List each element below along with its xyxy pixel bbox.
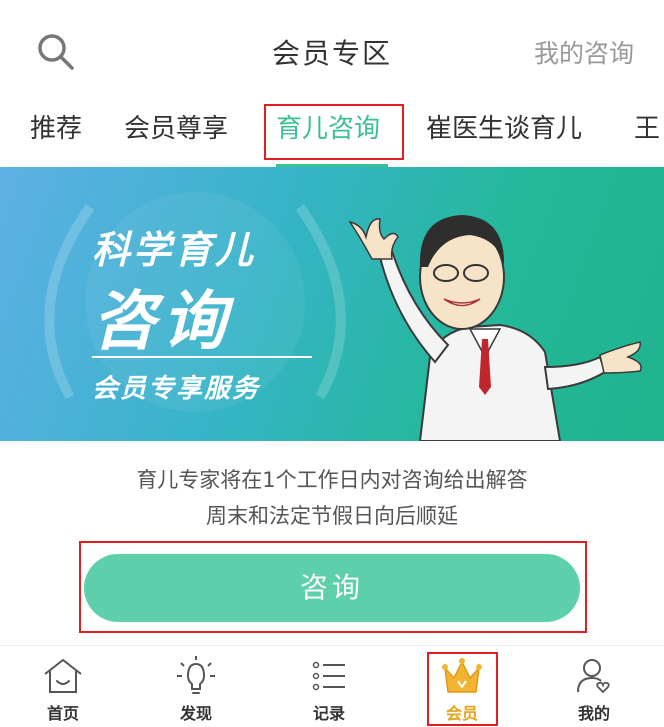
nav-discover-label: 发现 (179, 704, 212, 723)
nav-home[interactable]: 首页 (18, 654, 108, 724)
bottom-nav: 首页 发现 记录 会员 我的 (0, 645, 664, 727)
banner-headline: 科学育儿 (92, 228, 257, 272)
list-icon (312, 661, 345, 691)
tab-member-exclusive[interactable]: 会员尊享 (124, 108, 228, 145)
nav-record-label: 记录 (312, 704, 345, 723)
consult-info: 育儿专家将在1个工作日内对咨询给出解答 周末和法定节假日向后顺延 (0, 462, 664, 534)
nav-discover[interactable]: 发现 (151, 654, 241, 724)
tab-wang[interactable]: 王 (634, 108, 660, 145)
info-line-holiday: 周末和法定节假日向后顺延 (206, 504, 458, 528)
profile-icon (577, 659, 610, 694)
banner-title: 咨询 (92, 285, 232, 359)
nav-record[interactable]: 记录 (284, 654, 374, 724)
my-consult-link[interactable]: 我的咨询 (534, 34, 634, 70)
consult-button[interactable]: 咨询 (84, 554, 580, 622)
banner-text: 科学育儿 咨询 会员专享服务 (92, 219, 260, 405)
banner-subtitle: 会员专享服务 (92, 374, 261, 404)
consult-banner: 科学育儿 咨询 会员专享服务 (0, 167, 664, 441)
tab-dr-cui-parenting[interactable]: 崔医生谈育儿 (426, 108, 582, 145)
lightbulb-icon (177, 656, 215, 694)
nav-mine[interactable]: 我的 (549, 654, 639, 724)
header: 会员专区 我的咨询 (0, 0, 664, 96)
nav-home-label: 首页 (46, 704, 79, 723)
info-line-response-time: 育儿专家将在1个工作日内对咨询给出解答 (136, 468, 528, 492)
nav-mine-label: 我的 (577, 704, 610, 723)
tab-recommend[interactable]: 推荐 (30, 108, 82, 145)
highlight-box-tab (264, 104, 404, 160)
home-icon (44, 659, 82, 693)
highlight-box-member-nav (427, 652, 498, 726)
